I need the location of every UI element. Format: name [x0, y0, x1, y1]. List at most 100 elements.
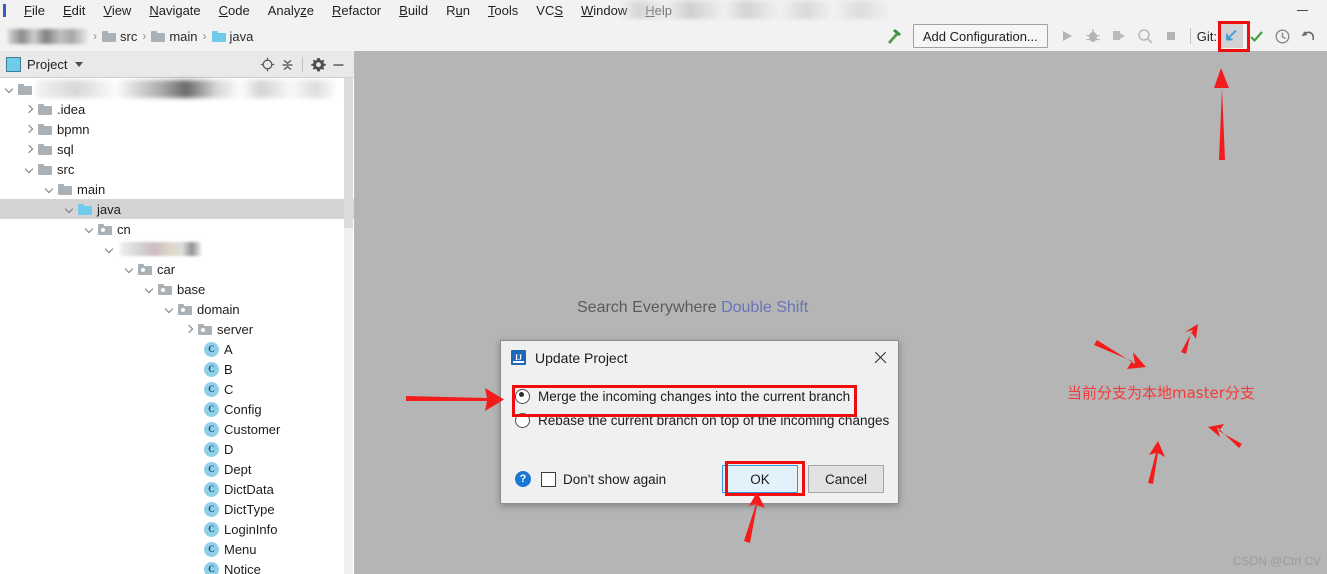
tree-row-car[interactable]: car	[0, 259, 354, 279]
search-everywhere-shortcut: Double Shift	[721, 299, 809, 316]
commit-button[interactable]	[1243, 24, 1269, 48]
expand-arrow-icon[interactable]	[22, 99, 36, 119]
menu-bar[interactable]: File Edit View Navigate Code Analyze Ref…	[15, 0, 681, 21]
menu-item-run[interactable]: Run	[437, 0, 479, 21]
tree-row-class-config[interactable]: C Config	[0, 399, 354, 419]
breadcrumb-project-name-blurred[interactable]	[8, 28, 88, 44]
cancel-button-label: Cancel	[824, 471, 868, 487]
expand-arrow-icon[interactable]	[22, 119, 36, 139]
tree-row-class-c[interactable]: C C	[0, 379, 354, 399]
project-tree-scrollbar[interactable]	[344, 78, 353, 574]
menu-item-refactor[interactable]: Refactor	[323, 0, 390, 21]
menu-item-file[interactable]: File	[15, 0, 54, 21]
expand-arrow-icon[interactable]	[102, 239, 116, 259]
project-panel-title: Project	[27, 56, 68, 72]
radio-option-rebase[interactable]: Rebase the current branch on top of the …	[515, 408, 889, 432]
expand-arrow-icon[interactable]	[182, 319, 196, 339]
breadcrumb-item-main[interactable]: main	[151, 29, 198, 44]
tree-row-class-dicttype[interactable]: C DictType	[0, 499, 354, 519]
project-tree[interactable]: .idea bpmn sql src main java cn car base…	[0, 78, 354, 574]
tree-row-class-dictdata[interactable]: C DictData	[0, 479, 354, 499]
tree-row-class-dept[interactable]: C Dept	[0, 459, 354, 479]
tree-item-label: DictData	[224, 481, 274, 497]
ok-button[interactable]: OK	[722, 465, 798, 493]
expand-arrow-icon[interactable]	[122, 259, 136, 279]
clock-icon	[1274, 28, 1290, 44]
menu-item-code[interactable]: Code	[210, 0, 259, 21]
project-panel-header: Project	[0, 51, 354, 78]
tree-row-class-customer[interactable]: C Customer	[0, 419, 354, 439]
history-button[interactable]	[1269, 24, 1295, 48]
dont-show-again-checkbox[interactable]	[541, 471, 556, 487]
tree-row-domain[interactable]: domain	[0, 299, 354, 319]
dialog-title: Update Project	[535, 349, 628, 366]
menu-item-analyze[interactable]: Analyze	[259, 0, 323, 21]
hide-panel-icon[interactable]	[328, 54, 348, 74]
collapse-all-icon[interactable]	[277, 54, 297, 74]
menu-item-tools[interactable]: Tools	[479, 0, 527, 21]
tree-row-main[interactable]: main	[0, 179, 354, 199]
tree-row-bpmn[interactable]: bpmn	[0, 119, 354, 139]
debug-button[interactable]	[1080, 24, 1106, 48]
radio-button-merge[interactable]	[515, 388, 530, 404]
locate-icon[interactable]	[257, 54, 277, 74]
run-with-coverage-button[interactable]	[1106, 24, 1132, 48]
chevron-down-icon[interactable]	[75, 61, 84, 67]
cancel-button[interactable]: Cancel	[808, 465, 884, 493]
tree-item-label: sql	[57, 141, 74, 157]
help-icon[interactable]: ?	[515, 471, 531, 487]
collapse-all-arrows-icon	[282, 59, 292, 70]
tree-row-src[interactable]: src	[0, 159, 354, 179]
tree-row-class-notice[interactable]: C Notice	[0, 559, 354, 574]
expand-arrow-icon[interactable]	[22, 159, 36, 179]
radio-button-rebase[interactable]	[515, 412, 530, 428]
menu-item-view[interactable]: View	[94, 0, 140, 21]
menu-item-vcs[interactable]: VCS	[527, 0, 572, 21]
tree-row-idea[interactable]: .idea	[0, 99, 354, 119]
add-configuration-button[interactable]: Add Configuration...	[912, 24, 1048, 48]
expand-arrow-icon[interactable]	[162, 299, 176, 319]
tree-row-base[interactable]: base	[0, 279, 354, 299]
tree-row-class-a[interactable]: C A	[0, 339, 354, 359]
toolbar-separator	[1189, 28, 1191, 44]
scrollbar-thumb[interactable]	[344, 78, 353, 228]
expand-arrow-icon[interactable]	[142, 279, 156, 299]
rollback-button[interactable]	[1295, 24, 1321, 48]
stop-button[interactable]	[1158, 24, 1184, 48]
minimize-button[interactable]	[1295, 2, 1311, 18]
close-icon[interactable]	[873, 350, 888, 365]
expand-arrow-icon[interactable]	[62, 199, 76, 219]
tree-row-package-blurred[interactable]	[0, 239, 354, 259]
expand-arrow-icon[interactable]	[82, 219, 96, 239]
profile-button[interactable]	[1132, 24, 1158, 48]
build-button[interactable]	[881, 24, 907, 48]
menu-item-navigate[interactable]: Navigate	[140, 0, 209, 21]
search-everywhere-label: Search Everywhere	[577, 299, 717, 316]
tree-row-class-menu[interactable]: C Menu	[0, 539, 354, 559]
tree-row-class-logininfo[interactable]: C LoginInfo	[0, 519, 354, 539]
tree-item-label: src	[57, 161, 75, 177]
tree-item-label: server	[217, 321, 254, 337]
breadcrumb-item-java[interactable]: java	[211, 29, 253, 44]
undo-arrow-icon	[1301, 30, 1314, 40]
update-project-button[interactable]	[1219, 24, 1243, 48]
radio-option-merge[interactable]: Merge the incoming changes into the curr…	[515, 384, 884, 408]
menu-item-edit[interactable]: Edit	[54, 0, 94, 21]
tree-row-sql[interactable]: sql	[0, 139, 354, 159]
breadcrumb-item-src[interactable]: src	[102, 29, 137, 44]
tree-row-java[interactable]: java	[0, 199, 354, 219]
tree-row-class-b[interactable]: C B	[0, 359, 354, 379]
tree-row-class-d[interactable]: C D	[0, 439, 354, 459]
source-folder-icon	[78, 203, 92, 215]
run-button[interactable]	[1054, 24, 1080, 48]
tree-row-project-root[interactable]	[0, 79, 354, 99]
project-tool-window: Project .idea bpmn sql src main java cn …	[0, 51, 355, 574]
expand-arrow-icon[interactable]	[2, 79, 16, 99]
tree-row-cn[interactable]: cn	[0, 219, 354, 239]
intellij-idea-window: File Edit View Navigate Code Analyze Ref…	[0, 0, 1327, 574]
expand-arrow-icon[interactable]	[42, 179, 56, 199]
expand-arrow-icon[interactable]	[22, 139, 36, 159]
menu-item-build[interactable]: Build	[390, 0, 437, 21]
tree-row-server[interactable]: server	[0, 319, 354, 339]
settings-icon[interactable]	[308, 54, 328, 74]
